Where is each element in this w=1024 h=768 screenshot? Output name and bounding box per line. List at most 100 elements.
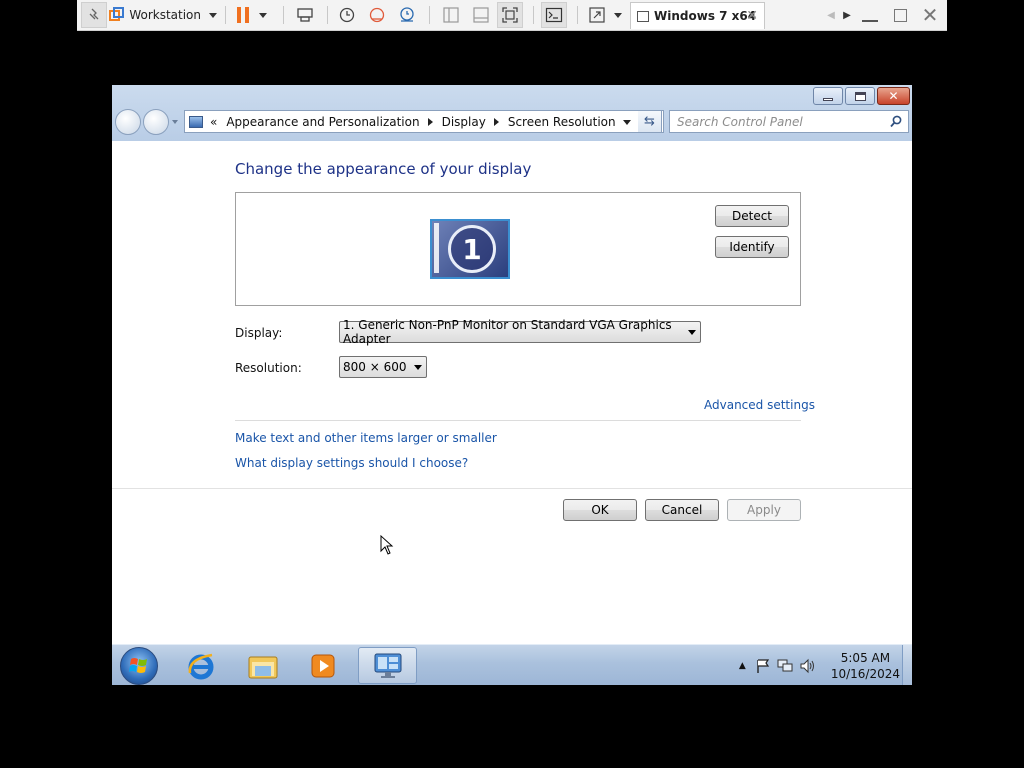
display-select[interactable]: 1. Generic Non-PnP Monitor on Standard V… (339, 318, 701, 346)
breadcrumb-arrow-icon[interactable] (427, 117, 433, 126)
vmware-toolbar: Workstation Windows 7 x64 ✕ ◀ ▶ ✕ (77, 0, 947, 31)
show-thumbnails-button[interactable] (469, 2, 493, 28)
monitor-1-icon[interactable]: 1 (430, 219, 510, 279)
media-player-icon (311, 654, 335, 677)
close-icon: ✕ (888, 89, 899, 103)
window-minimize-button[interactable] (813, 87, 843, 105)
search-placeholder: Search Control Panel (677, 114, 803, 129)
page-title: Change the appearance of your display (235, 160, 532, 178)
breadcrumb-item-screen-resolution[interactable]: Screen Resolution (508, 115, 616, 129)
window-maximize-button[interactable] (845, 87, 875, 105)
taskbar-explorer[interactable] (234, 647, 292, 684)
full-screen-button[interactable] (497, 2, 523, 28)
show-hidden-icons-icon[interactable]: ▲ (739, 661, 746, 671)
restore-icon[interactable] (889, 2, 911, 28)
terminal-icon (545, 7, 563, 23)
vm-tab-icon (637, 10, 649, 22)
recent-pages-chevron-icon[interactable] (172, 120, 178, 124)
revert-snapshot-button[interactable] (365, 2, 389, 28)
stretch-guest-button[interactable] (583, 2, 627, 28)
restore-icon (854, 91, 866, 101)
close-tab-icon[interactable]: ✕ (746, 8, 758, 24)
internet-explorer-icon (188, 653, 214, 679)
chevron-down-icon (688, 330, 696, 335)
advanced-settings-link[interactable]: Advanced settings (704, 398, 815, 412)
send-ctrl-alt-del-button[interactable] (293, 2, 317, 28)
text-size-link[interactable]: Make text and other items larger or smal… (235, 431, 497, 445)
breadcrumb-item-display[interactable]: Display (442, 115, 486, 129)
cancel-button[interactable]: Cancel (645, 499, 719, 521)
pin-icon[interactable] (81, 2, 107, 28)
revert-snapshot-icon (369, 7, 385, 23)
taskbar-media-player[interactable] (294, 647, 352, 684)
window-frame: ✕ « Appearance and Personalization Displ… (112, 85, 912, 141)
show-library-button[interactable] (439, 2, 463, 28)
screen-resolution-icon (374, 653, 401, 678)
close-icon[interactable]: ✕ (919, 2, 941, 28)
apply-button[interactable]: Apply (727, 499, 801, 521)
pause-icon (237, 7, 249, 23)
snapshot-manager-icon (400, 7, 414, 22)
tab-windows7-vm[interactable]: Windows 7 x64 ✕ (630, 2, 765, 29)
minimize-icon (823, 97, 833, 101)
chevron-down-icon (259, 12, 267, 18)
forward-button[interactable] (143, 109, 169, 135)
monitor-number: 1 (448, 225, 496, 273)
windows-logo-icon (129, 658, 147, 673)
snapshot-button[interactable] (335, 2, 359, 28)
back-button[interactable] (115, 109, 141, 135)
stretch-icon (589, 7, 605, 23)
workstation-label: Workstation (129, 8, 201, 22)
console-view-button[interactable] (541, 2, 567, 28)
network-icon[interactable] (776, 658, 794, 674)
display-help-link[interactable]: What display settings should I choose? (235, 456, 468, 470)
footer-divider (112, 488, 912, 489)
clock-time: 5:05 AM (840, 650, 891, 665)
snapshot-clock-icon (339, 7, 355, 23)
start-button[interactable] (120, 647, 158, 685)
mouse-cursor-icon (380, 535, 394, 555)
show-desktop-button[interactable] (902, 645, 912, 685)
tab-scroll-right-icon[interactable]: ▶ (841, 2, 853, 28)
tab-scroll-left-icon[interactable]: ◀ (825, 2, 837, 28)
address-history-chevron-icon[interactable] (623, 120, 631, 125)
resolution-select[interactable]: 800 × 600 (339, 356, 427, 378)
control-panel-icon (189, 115, 203, 128)
address-bar[interactable]: « Appearance and Personalization Display… (184, 110, 664, 133)
workstation-menu[interactable]: Workstation (109, 2, 217, 28)
pause-button[interactable] (233, 2, 271, 28)
folder-icon (248, 656, 278, 678)
display-label: Display: (235, 326, 283, 340)
snapshot-manager-button[interactable] (395, 2, 419, 28)
divider (235, 420, 801, 421)
clock[interactable]: 5:05 AM 10/16/2024 (831, 650, 900, 682)
refresh-button[interactable]: ⇆ (638, 110, 662, 133)
taskbar-internet-explorer[interactable] (172, 647, 230, 684)
detect-button[interactable]: Detect (715, 205, 789, 227)
search-icon[interactable] (890, 115, 902, 131)
minimize-icon[interactable] (859, 2, 881, 28)
resolution-select-value: 800 × 600 (343, 360, 407, 374)
display-select-value: 1. Generic Non-PnP Monitor on Standard V… (343, 318, 672, 346)
taskbar: ▲ 5:05 AM 10/16/2024 (112, 644, 912, 685)
guest-screen[interactable]: ✕ « Appearance and Personalization Displ… (112, 85, 912, 685)
search-input[interactable]: Search Control Panel (669, 110, 909, 133)
action-center-flag-icon[interactable] (755, 658, 771, 674)
monitor-preview-panel: 1 Detect Identify (235, 192, 801, 306)
vmware-logo-icon (109, 7, 124, 23)
ok-button[interactable]: OK (563, 499, 637, 521)
chevron-down-icon (414, 365, 422, 370)
chevron-down-icon (614, 12, 622, 18)
breadcrumb-arrow-icon[interactable] (493, 117, 499, 126)
window-close-button[interactable]: ✕ (877, 87, 910, 105)
identify-button[interactable]: Identify (715, 236, 789, 258)
taskbar-control-panel[interactable] (358, 647, 417, 684)
refresh-icon: ⇆ (644, 114, 655, 129)
thumbnail-panel-icon (473, 7, 489, 23)
breadcrumb-prefix[interactable]: « (210, 115, 217, 129)
system-tray: ▲ 5:05 AM 10/16/2024 (739, 645, 900, 685)
vm-tab-title: Windows 7 x64 (654, 9, 757, 23)
breadcrumb-item-appearance[interactable]: Appearance and Personalization (226, 115, 419, 129)
library-panel-icon (443, 7, 459, 23)
volume-icon[interactable] (799, 658, 817, 674)
